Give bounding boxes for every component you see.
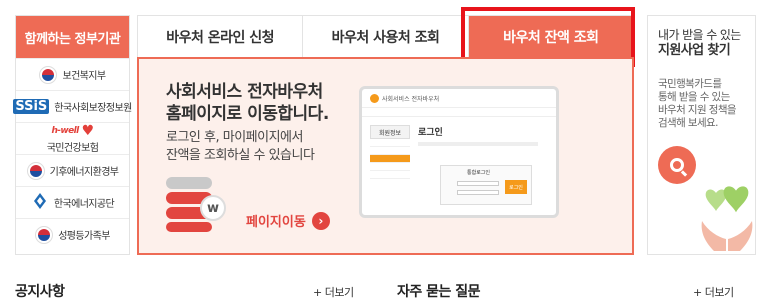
promo-desc-line: 통해 받을 수 있는 [658, 91, 730, 103]
tab-online-application[interactable]: 바우처 온라인 신청 [138, 16, 302, 57]
mock-login-box: 통합로그인 로그인 [440, 165, 532, 205]
mock-main-title: 로그인 [418, 128, 443, 138]
mock-main: 로그인 통합로그인 로그인 [418, 125, 554, 213]
org-name: 기후에너지환경부 [49, 167, 119, 178]
mock-side-title: 회원정보 [370, 125, 410, 139]
promo-desc-line: 바우처 지원 정책을 [658, 104, 737, 116]
promo-title-line: 내가 받을 수 있는 [658, 28, 741, 42]
search-icon[interactable] [658, 146, 696, 184]
website-preview-image: 사회서비스 전자바우처 회원정보 로그인 통합로그인 로그인 [359, 86, 559, 218]
panel-description: 로그인 후, 마이페이지에서 잔액을 조회하실 수 있습니다 [166, 129, 315, 165]
go-to-page-label: 페이지이동 [246, 215, 306, 230]
go-to-page-button[interactable]: 페이지이동 › [246, 211, 330, 230]
panel-desc-line: 잔액을 조회하실 수 있습니다 [166, 148, 315, 163]
partner-agencies-sidebar: 함께하는 정부기관 보건복지부 SSiS 한국사회보장정보원 h-well ♥ … [13, 15, 132, 255]
find-support-programs-box[interactable]: 내가 받을 수 있는 지원사업 찾기 국민행복카드를 통해 받을 수 있는 바우… [647, 15, 756, 255]
sidebar-title: 함께하는 정부기관 [16, 16, 129, 58]
mock-header: 사회서비스 전자바우처 [362, 89, 556, 107]
org-link-gender-equality[interactable]: 성평등가족부 [16, 218, 129, 250]
notice-more-link[interactable]: + 더보기 [313, 284, 354, 300]
promo-description: 국민행복카드를 통해 받을 수 있는 바우처 지원 정책을 검색해 보세요. [658, 78, 737, 130]
government-emblem-icon [35, 225, 54, 244]
org-name: 한국에너지공단 [53, 199, 115, 210]
faq-section-title: 자주 묻는 질문 [397, 284, 481, 300]
panel-desc-line: 로그인 후, 마이페이지에서 [166, 130, 303, 145]
hwell-logo-icon: h-well [51, 125, 79, 136]
promo-desc-line: 검색해 보세요. [658, 117, 718, 129]
mock-sidebar: 회원정보 [370, 125, 410, 195]
promo-title-line: 지원사업 찾기 [658, 43, 731, 58]
org-name: 성평등가족부 [58, 231, 110, 242]
tab-balance-inquiry[interactable]: 바우처 잔액 조회 [467, 16, 633, 57]
heart-icon: ♥ [81, 123, 95, 139]
government-emblem-icon [39, 65, 58, 84]
tab-merchant-search[interactable]: 바우처 사용처 조회 [302, 16, 467, 57]
voucher-cards-icon: w [166, 177, 228, 233]
ssis-logo-icon: SSiS [13, 99, 50, 114]
voucher-tabs: 바우처 온라인 신청 바우처 사용처 조회 바우처 잔액 조회 [137, 15, 634, 57]
chevron-right-icon: › [311, 211, 330, 230]
panel-title: 사회서비스 전자바우처 홈페이지로 이동합니다. [166, 81, 329, 125]
org-name: 국민건강보험 [46, 143, 99, 154]
org-link-nhis[interactable]: h-well ♥ 국민건강보험 [16, 122, 129, 154]
mock-site-name: 사회서비스 전자바우처 [382, 95, 440, 103]
mock-login-title: 통합로그인 [467, 170, 491, 176]
faq-more-link[interactable]: + 더보기 [693, 284, 734, 300]
balance-inquiry-panel: 사회서비스 전자바우처 홈페이지로 이동합니다. 로그인 후, 마이페이지에서 … [137, 57, 634, 255]
org-link-climate-energy[interactable]: 기후에너지환경부 [16, 154, 129, 186]
government-emblem-icon [26, 161, 45, 180]
hands-heart-illustration-icon [698, 181, 755, 253]
org-name: 보건복지부 [62, 71, 106, 82]
site-logo-icon [370, 93, 379, 103]
org-link-ssis[interactable]: SSiS 한국사회보장정보원 [13, 90, 132, 122]
org-link-mohw[interactable]: 보건복지부 [16, 58, 129, 90]
energy-agency-logo-icon [31, 192, 49, 213]
org-link-energy-agency[interactable]: 한국에너지공단 [16, 186, 129, 218]
org-name: 한국사회보장정보원 [54, 103, 132, 114]
promo-desc-line: 국민행복카드를 [658, 78, 722, 90]
mock-login-button: 로그인 [505, 180, 527, 194]
panel-title-line: 홈페이지로 이동합니다. [166, 104, 329, 124]
panel-title-line: 사회서비스 전자바우처 [166, 82, 323, 102]
promo-title: 내가 받을 수 있는 지원사업 찾기 [658, 28, 741, 58]
notice-section-title: 공지사항 [15, 284, 65, 300]
mock-nav [362, 107, 556, 117]
